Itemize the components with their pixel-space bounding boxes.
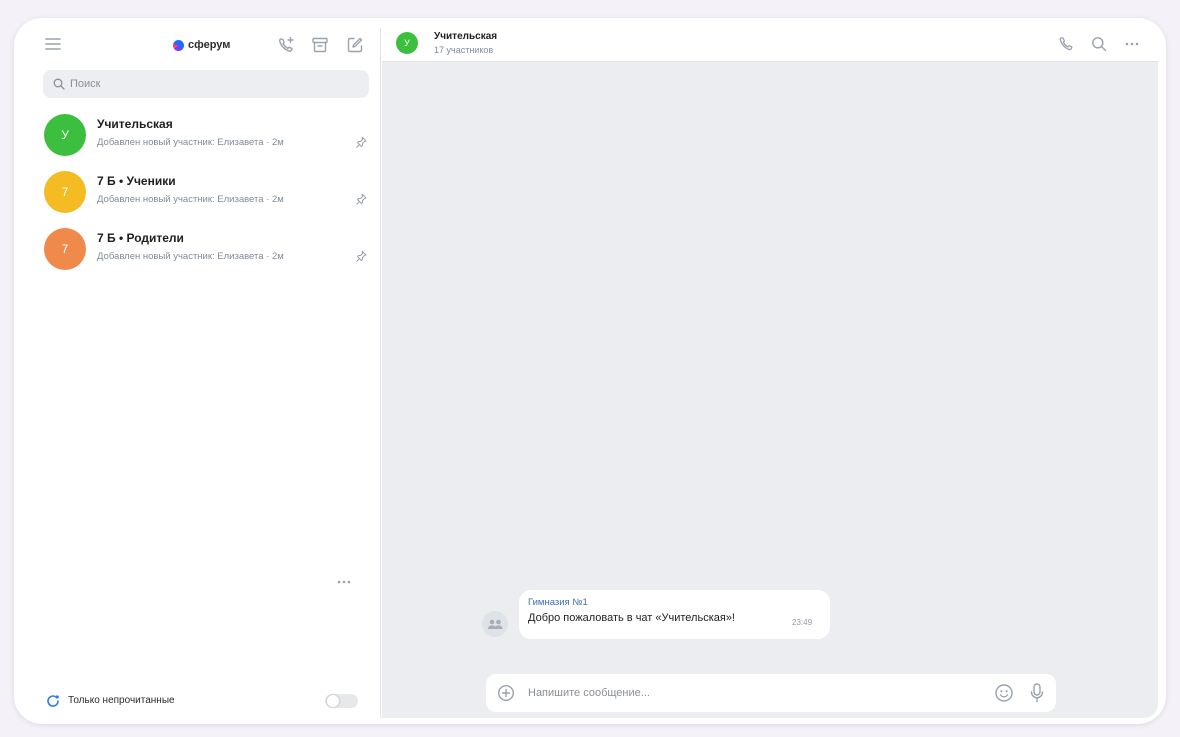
chat-preview: Добавлен новый участник: Елизавета · 2м [97, 194, 284, 205]
chat-preview: Добавлен новый участник: Елизавета · 2м [97, 251, 284, 262]
chat-list-item[interactable]: У Учительская Добавлен новый участник: Е… [33, 110, 381, 167]
chat-member-count: 17 участников [434, 45, 494, 55]
chat-list-item[interactable]: 7 7 Б • Родители Добавлен новый участник… [33, 224, 381, 281]
emoji-icon[interactable] [994, 683, 1014, 703]
unread-filter-label: Только непрочитанные [68, 695, 175, 706]
search-icon [53, 78, 65, 90]
more-options-icon[interactable] [1124, 41, 1140, 47]
chat-header: У Учительская 17 участников [382, 28, 1158, 62]
chat-avatar: 7 [44, 171, 86, 213]
chat-name: 7 Б • Родители [97, 231, 184, 245]
chat-title[interactable]: Учительская [434, 31, 497, 42]
avatar-letter: У [61, 128, 69, 142]
microphone-icon[interactable] [1027, 682, 1047, 704]
logo-mark-icon [173, 39, 184, 51]
chat-list-item[interactable]: 7 7 Б • Ученики Добавлен новый участник:… [33, 167, 381, 224]
archive-icon[interactable] [311, 36, 329, 54]
avatar-letter: 7 [61, 242, 69, 256]
phone-icon[interactable] [1058, 36, 1074, 52]
chat-name: 7 Б • Ученики [97, 174, 176, 188]
group-avatar-icon [482, 611, 508, 637]
sidebar-header: сферум [33, 28, 381, 62]
toggle-knob [327, 695, 339, 707]
pin-icon [356, 250, 367, 262]
unread-filter: Только непрочитанные [33, 683, 381, 718]
search-input[interactable] [70, 78, 350, 90]
message-time: 23:49 [792, 618, 813, 627]
message-sender[interactable]: Гимназия №1 [528, 597, 588, 608]
message-input[interactable] [528, 684, 958, 702]
menu-icon[interactable] [45, 37, 61, 51]
chat-preview: Добавлен новый участник: Елизавета · 2м [97, 137, 284, 148]
app-logo: сферум [173, 35, 230, 55]
compose-icon[interactable] [346, 36, 364, 54]
search-icon[interactable] [1091, 36, 1107, 52]
message-text: Добро пожаловать в чат «Учительская»! [528, 612, 735, 624]
chat-avatar: 7 [44, 228, 86, 270]
unread-filter-icon [47, 695, 59, 707]
chat-list: У Учительская Добавлен новый участник: Е… [33, 110, 381, 281]
pin-icon [356, 193, 367, 205]
pin-icon [356, 136, 367, 148]
add-call-icon[interactable] [277, 36, 295, 54]
chat-name: Учительская [97, 117, 173, 131]
sidebar: сферум Поиск У Учительская Добавлен новы… [33, 28, 381, 718]
chat-header-avatar[interactable]: У [396, 32, 418, 54]
search-bar[interactable] [43, 70, 369, 98]
logo-text: сферум [188, 39, 231, 51]
app-window: сферум Поиск У Учительская Добавлен новы… [33, 28, 1158, 718]
unread-only-toggle[interactable] [325, 694, 358, 708]
message-composer [486, 674, 1056, 712]
chat-pane: У Учительская 17 участников Гимназия №1 … [382, 28, 1158, 718]
avatar-letter: У [404, 38, 410, 48]
avatar-letter: 7 [61, 185, 69, 199]
more-options-icon[interactable] [335, 578, 353, 586]
message-bubble[interactable]: Гимназия №1 Добро пожаловать в чат «Учит… [519, 590, 830, 639]
chat-avatar: У [44, 114, 86, 156]
add-attachment-icon[interactable] [497, 684, 515, 702]
